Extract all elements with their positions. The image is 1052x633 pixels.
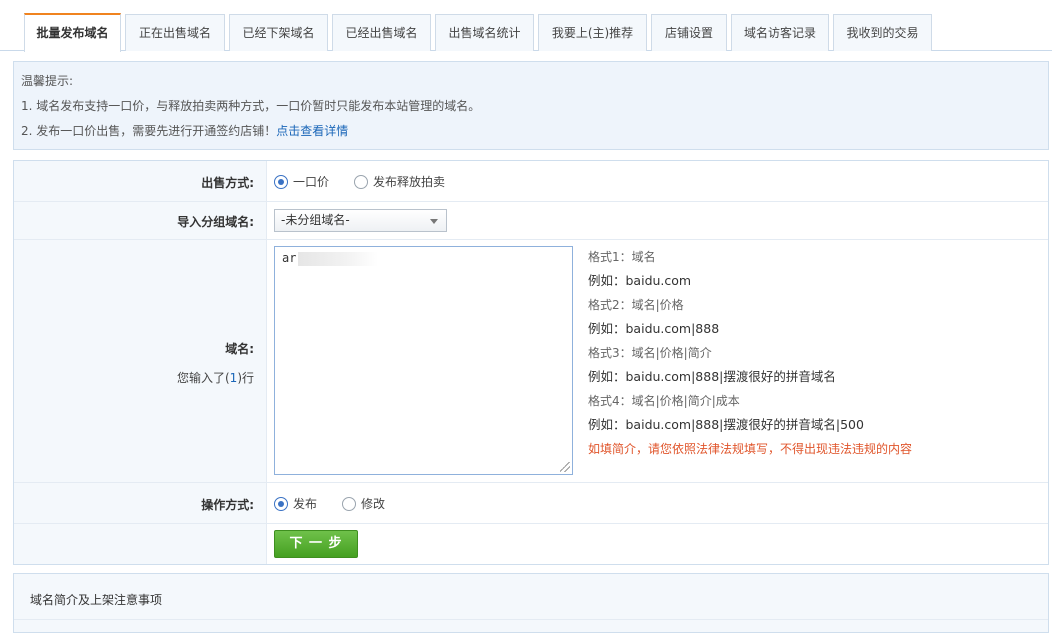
tab-recommend[interactable]: 我要上(主)推荐 xyxy=(538,14,647,51)
example-4: 例如：baidu.com|888|摆渡很好的拼音域名|500 xyxy=(588,417,864,432)
operation-modify[interactable]: 修改 xyxy=(342,495,385,512)
details-link[interactable]: 点击查看详情 xyxy=(276,124,348,138)
operation-publish[interactable]: 发布 xyxy=(274,495,317,512)
tips-box: 温馨提示: 1. 域名发布支持一口价，与释放拍卖两种方式，一口价暂时只能发布本站… xyxy=(13,61,1049,150)
domains-label-cell: 域名: 您输入了(1)行 xyxy=(14,240,267,482)
resize-grip-icon[interactable] xyxy=(560,462,570,472)
import-group-label: 导入分组域名: xyxy=(177,215,254,229)
notes-title: 域名简介及上架注意事项 xyxy=(30,593,163,607)
tab-on-sale[interactable]: 正在出售域名 xyxy=(125,14,225,51)
publish-form: 出售方式: 一口价 发布释放拍卖 导入分组域名: -未分组域名- 域名: 您输入… xyxy=(13,160,1049,565)
sale-method-fixed-price[interactable]: 一口价 xyxy=(274,173,329,190)
import-group-row: 导入分组域名: -未分组域名- xyxy=(14,202,1048,240)
chevron-down-icon xyxy=(430,219,438,224)
operation-label-cell: 操作方式: xyxy=(14,483,267,523)
group-select-value: -未分组域名- xyxy=(281,213,350,227)
format-4: 格式4：域名|价格|简介|成本 xyxy=(588,394,740,408)
tab-received-trades[interactable]: 我收到的交易 xyxy=(833,14,932,51)
tab-shop-settings[interactable]: 店铺设置 xyxy=(651,14,727,51)
tips-title: 温馨提示: xyxy=(21,74,74,88)
legal-warning: 如填简介，请您依照法律法规填写，不得出现违法违规的内容 xyxy=(588,442,913,456)
sale-method-fixed-price-label: 一口价 xyxy=(293,175,330,189)
import-group-label-cell: 导入分组域名: xyxy=(14,202,267,239)
tips-line-1: 1. 域名发布支持一口价，与释放拍卖两种方式，一口价暂时只能发布本站管理的域名。 xyxy=(21,99,481,113)
submit-row: 下 一 步 xyxy=(14,524,1048,564)
domains-textarea-value: ar xyxy=(282,251,297,265)
operation-publish-label: 发布 xyxy=(293,497,318,511)
example-3: 例如：baidu.com|888|摆渡很好的拼音域名 xyxy=(588,369,836,384)
sale-method-auction-label: 发布释放拍卖 xyxy=(373,175,446,189)
sale-method-label-cell: 出售方式: xyxy=(14,161,267,201)
tips-line-2-text: 2. 发布一口价出售，需要先进行开通签约店铺！ xyxy=(21,124,277,138)
next-step-button[interactable]: 下 一 步 xyxy=(274,530,358,558)
format-2: 格式2：域名|价格 xyxy=(588,298,684,312)
tab-bar: 批量发布域名 正在出售域名 已经下架域名 已经出售域名 出售域名统计 我要上(主… xyxy=(0,0,1052,52)
line-count-prefix: 您输入了( xyxy=(176,371,230,385)
notes-divider xyxy=(14,619,1048,620)
notes-section: 域名简介及上架注意事项 xyxy=(13,573,1049,633)
format-help: 格式1：域名 例如：baidu.com 格式2：域名|价格 例如：baidu.c… xyxy=(588,248,912,464)
sale-method-row: 出售方式: 一口价 发布释放拍卖 xyxy=(14,161,1048,202)
tab-visitor-log[interactable]: 域名访客记录 xyxy=(731,14,829,51)
tab-sold[interactable]: 已经出售域名 xyxy=(332,14,431,51)
radio-unchecked-icon[interactable] xyxy=(342,496,356,511)
submit-label-cell xyxy=(14,524,267,564)
tab-sales-stats[interactable]: 出售域名统计 xyxy=(435,14,534,51)
example-2: 例如：baidu.com|888 xyxy=(588,321,720,336)
redacted-block xyxy=(298,251,379,266)
tab-batch-publish[interactable]: 批量发布域名 xyxy=(24,13,121,52)
line-count: 您输入了(1)行 xyxy=(177,369,254,386)
operation-modify-label: 修改 xyxy=(361,497,386,511)
radio-checked-icon[interactable] xyxy=(274,174,288,189)
domains-label: 域名: xyxy=(225,342,254,356)
operation-label: 操作方式: xyxy=(201,498,254,512)
tab-delisted[interactable]: 已经下架域名 xyxy=(229,14,328,51)
format-3: 格式3：域名|价格|简介 xyxy=(588,346,712,360)
group-select[interactable]: -未分组域名- xyxy=(274,209,447,232)
radio-unchecked-icon[interactable] xyxy=(354,174,368,189)
sale-method-auction[interactable]: 发布释放拍卖 xyxy=(354,173,445,190)
domains-row: 域名: 您输入了(1)行 ar 格式1：域名 例如：baidu.com 格式2：… xyxy=(14,240,1048,483)
format-1: 格式1：域名 xyxy=(588,250,656,264)
example-1: 例如：baidu.com xyxy=(588,273,692,288)
domains-textarea[interactable]: ar xyxy=(274,246,573,475)
sale-method-label: 出售方式: xyxy=(201,176,254,190)
tips-line-2: 2. 发布一口价出售，需要先进行开通签约店铺！点击查看详情 xyxy=(21,122,1048,147)
radio-checked-icon[interactable] xyxy=(274,496,288,511)
operation-row: 操作方式: 发布 修改 xyxy=(14,483,1048,524)
line-count-suffix: )行 xyxy=(237,371,254,385)
